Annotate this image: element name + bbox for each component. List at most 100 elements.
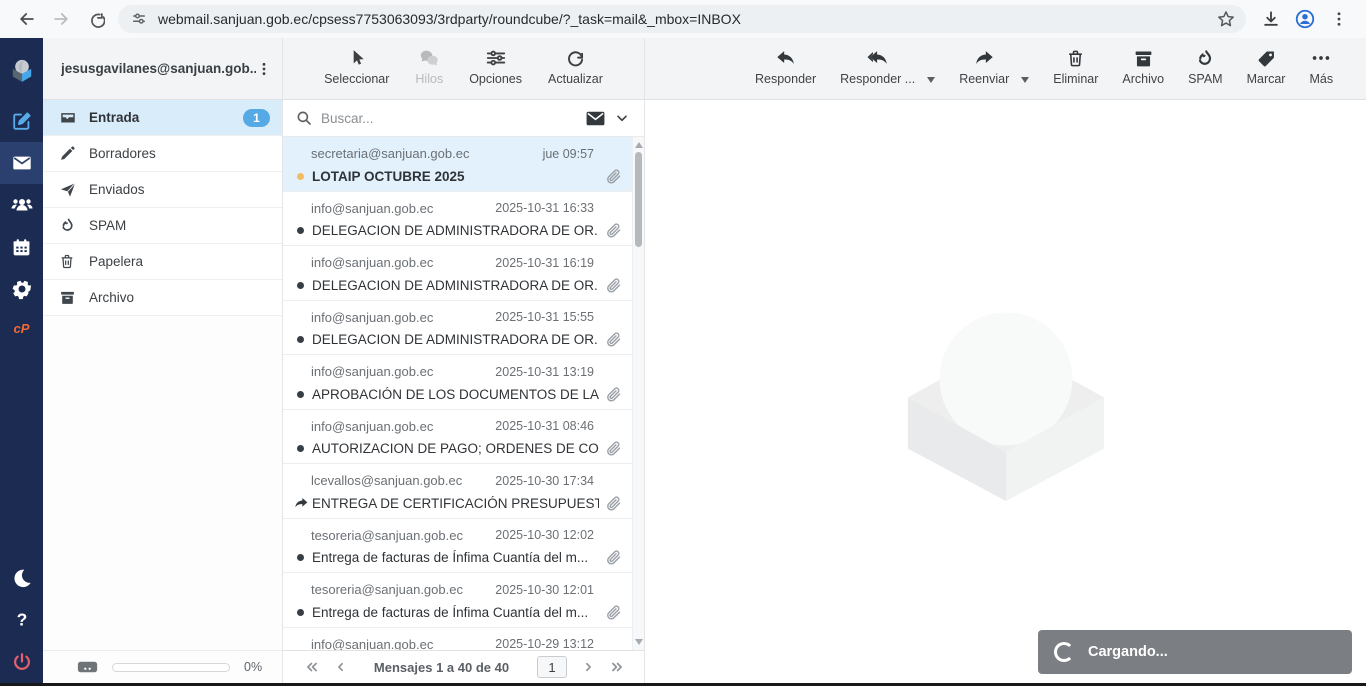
spam-button[interactable]: SPAM (1188, 47, 1223, 86)
search-input[interactable] (321, 111, 585, 126)
downloads-icon[interactable] (1254, 4, 1288, 34)
threads-icon (418, 47, 440, 69)
forwarded-icon (293, 495, 310, 511)
message-count-label: Mensajes 1 a 40 de 40 (354, 660, 529, 675)
pagination-bar: Mensajes 1 a 40 de 40 (283, 650, 644, 683)
message-row[interactable]: lcevallos@sanjuan.gob.ec2025-10-30 17:34… (283, 464, 632, 519)
settings-icon[interactable] (0, 268, 43, 310)
forward-dropdown-caret[interactable] (1021, 77, 1029, 83)
message-row[interactable]: secretaria@sanjuan.gob.ecjue 09:57 LOTAI… (283, 137, 632, 192)
page-number-input[interactable] (537, 656, 567, 678)
attachment-icon (605, 386, 622, 403)
mail-icon[interactable] (0, 142, 43, 184)
scrollbar-thumb[interactable] (635, 152, 642, 247)
message-row[interactable]: info@sanjuan.gob.ec2025-10-31 16:33 DELE… (283, 192, 632, 247)
archive-box-icon (59, 289, 77, 307)
quota-bar (112, 663, 230, 672)
select-button[interactable]: Seleccionar (324, 47, 389, 86)
first-page-icon[interactable] (297, 660, 327, 674)
message-row[interactable]: tesoreria@sanjuan.gob.ec2025-10-30 12:02… (283, 519, 632, 574)
next-page-icon[interactable] (575, 660, 602, 674)
spinner-icon (1054, 642, 1074, 662)
options-button[interactable]: Opciones (469, 47, 522, 86)
search-icon (295, 109, 313, 127)
loading-toast: Cargando... (1038, 630, 1352, 674)
forward-button[interactable]: Reenviar (959, 47, 1009, 86)
status-dot-icon[interactable] (297, 609, 304, 616)
contacts-icon[interactable] (0, 184, 43, 226)
message-list-pane: Seleccionar Hilos Opciones Actualizar (283, 38, 645, 683)
message-row[interactable]: tesoreria@sanjuan.gob.ec2025-10-30 12:01… (283, 573, 632, 628)
flame-icon (59, 217, 77, 235)
list-scrollbar[interactable] (632, 137, 644, 650)
site-settings-icon[interactable] (130, 10, 148, 28)
status-dot-icon[interactable] (297, 554, 304, 561)
reply-all-dropdown-caret[interactable] (927, 77, 935, 83)
threads-button[interactable]: Hilos (415, 47, 443, 86)
attachment-icon (605, 168, 622, 185)
prev-page-icon[interactable] (327, 660, 354, 674)
folder-drafts[interactable]: Borradores (43, 136, 282, 172)
status-dot-icon[interactable] (297, 282, 304, 289)
last-page-icon[interactable] (602, 660, 632, 674)
search-bar (283, 100, 644, 137)
address-bar[interactable]: webmail.sanjuan.gob.ec/cpsess7753063093/… (118, 5, 1246, 33)
dark-mode-icon[interactable] (0, 557, 43, 599)
folder-archive[interactable]: Archivo (43, 280, 282, 316)
attachment-icon (605, 604, 622, 621)
reply-button[interactable]: Responder (755, 47, 816, 86)
url-text[interactable]: webmail.sanjuan.gob.ec/cpsess7753063093/… (158, 11, 1216, 27)
delete-button[interactable]: Eliminar (1053, 47, 1098, 86)
account-menu-icon[interactable] (256, 61, 272, 77)
search-options-chevron-icon[interactable] (614, 110, 630, 126)
message-row[interactable]: info@sanjuan.gob.ec2025-10-31 08:46 AUTO… (283, 410, 632, 465)
refresh-button[interactable]: Actualizar (548, 47, 603, 86)
profile-icon[interactable] (1288, 4, 1322, 34)
pencil-icon (59, 145, 77, 163)
logout-power-icon[interactable] (0, 641, 43, 683)
folder-trash[interactable]: Papelera (43, 244, 282, 280)
archive-button[interactable]: Archivo (1122, 47, 1164, 86)
calendar-icon[interactable] (0, 226, 43, 268)
reply-all-button[interactable]: Responder ... (840, 47, 915, 86)
message-row[interactable]: info@sanjuan.gob.ec2025-10-31 16:19 DELE… (283, 246, 632, 301)
reply-all-icon (865, 47, 891, 69)
message-row[interactable]: info@sanjuan.gob.ec2025-10-29 13:12 (283, 628, 632, 651)
search-scope-mail-icon[interactable] (585, 110, 606, 127)
scroll-up-icon[interactable] (635, 142, 643, 148)
status-dot-icon[interactable] (297, 391, 304, 398)
message-row[interactable]: info@sanjuan.gob.ec2025-10-31 13:19 APRO… (283, 355, 632, 410)
mark-button[interactable]: Marcar (1247, 47, 1286, 86)
status-dot-icon[interactable] (297, 227, 304, 234)
flame-icon (1195, 47, 1215, 69)
scroll-down-icon[interactable] (635, 639, 643, 645)
help-icon[interactable]: ? (0, 599, 43, 641)
reload-icon[interactable] (78, 4, 112, 34)
unread-dot-icon[interactable] (297, 173, 304, 180)
forward-icon[interactable] (44, 4, 78, 34)
status-dot-icon[interactable] (297, 336, 304, 343)
archive-box-icon (1133, 47, 1154, 69)
unread-count-badge: 1 (243, 109, 270, 127)
cpanel-icon[interactable]: cP (0, 310, 43, 346)
browser-menu-icon[interactable] (1322, 4, 1356, 34)
trash-icon (59, 253, 77, 271)
quota-percent: 0% (244, 660, 262, 674)
folder-sent[interactable]: Enviados (43, 172, 282, 208)
trash-icon (1066, 47, 1085, 69)
paper-plane-icon (59, 181, 77, 199)
message-row[interactable]: info@sanjuan.gob.ec2025-10-31 15:55 DELE… (283, 301, 632, 356)
more-button[interactable]: Más (1309, 47, 1333, 86)
folder-inbox[interactable]: Entrada 1 (43, 100, 282, 136)
folder-list: Entrada 1 Borradores Enviados SPAM (43, 100, 282, 650)
storage-icon (77, 659, 98, 675)
folder-spam[interactable]: SPAM (43, 208, 282, 244)
status-dot-icon[interactable] (297, 445, 304, 452)
quota-indicator: 0% (43, 650, 282, 683)
attachment-icon (605, 549, 622, 566)
roundcube-app: cP ? jesusgavilanes@sanjuan.gob.... Entr… (0, 38, 1366, 683)
browser-toolbar: webmail.sanjuan.gob.ec/cpsess7753063093/… (0, 0, 1366, 38)
bookmark-star-icon[interactable] (1216, 9, 1236, 29)
compose-icon[interactable] (0, 100, 43, 142)
back-icon[interactable] (10, 4, 44, 34)
